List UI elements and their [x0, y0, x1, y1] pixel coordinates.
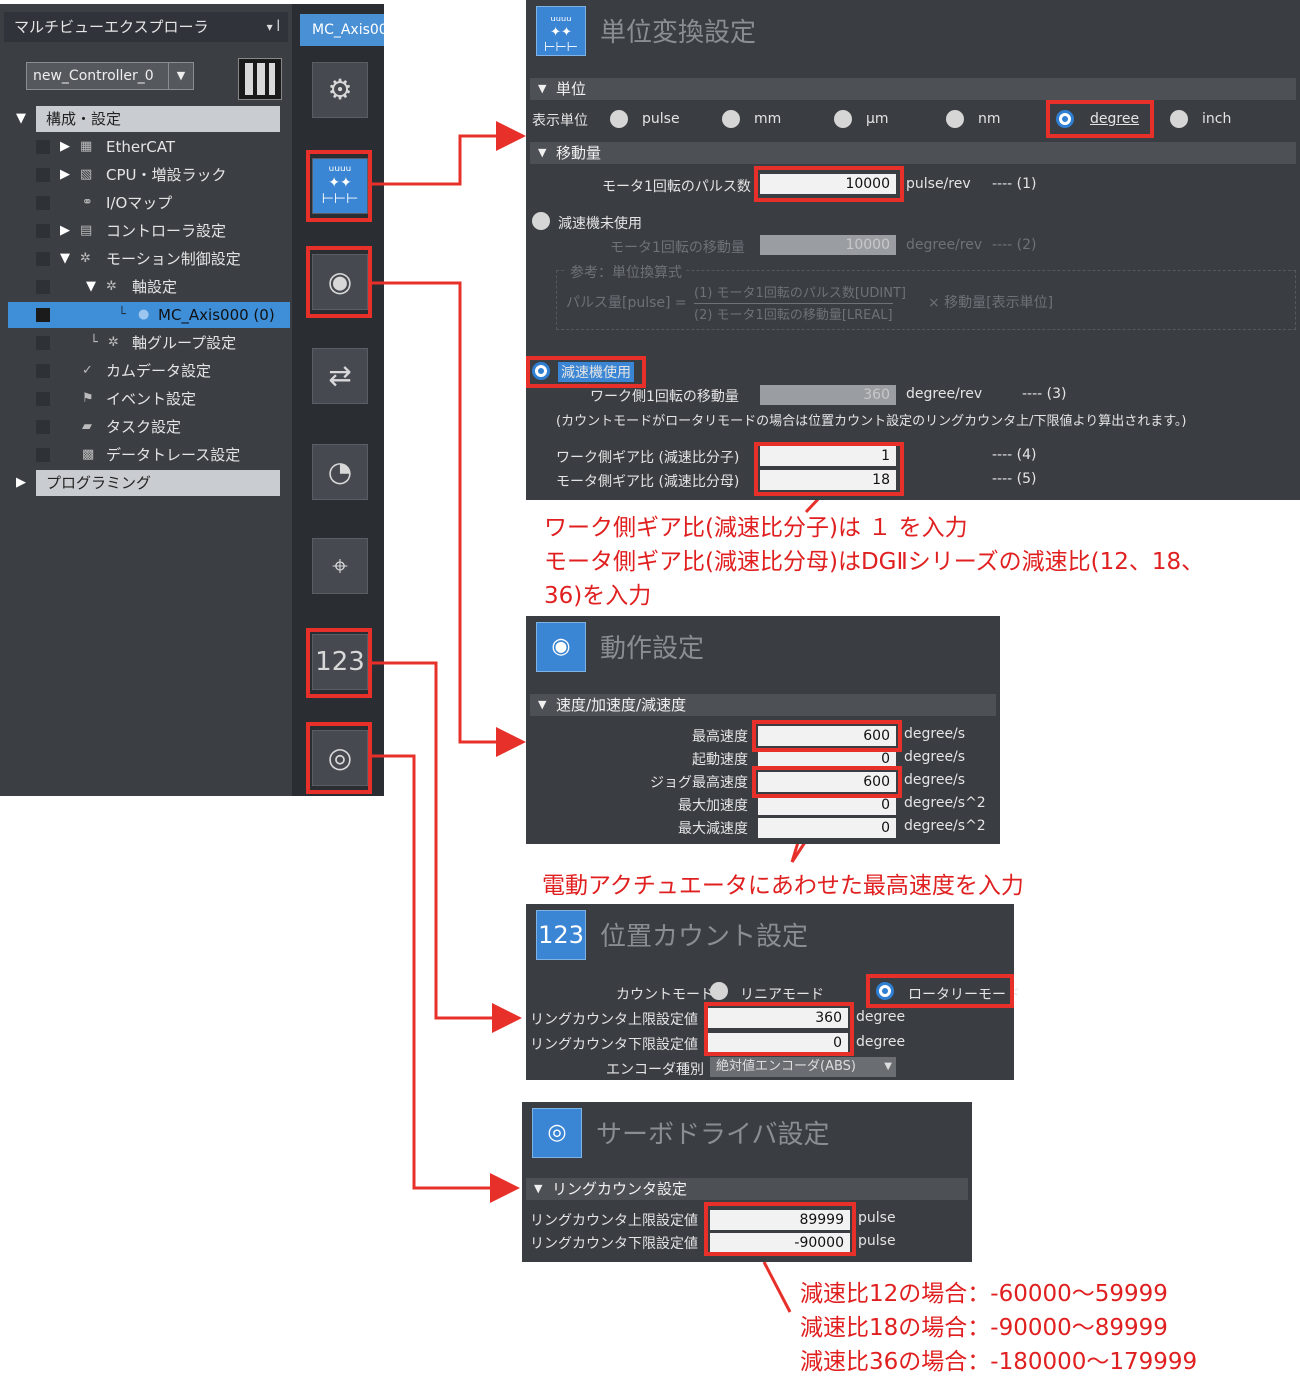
unit-label: degree/s — [904, 749, 966, 765]
encoder-type-select[interactable]: 絶対値エンコーダ(ABS) ▼ — [710, 1057, 896, 1077]
panel-header: ᵤᵤᵤᵤ ✦✦ ⊢⊢⊢ 単位変換設定 — [526, 0, 1300, 64]
ref-label: ---- (5) — [992, 471, 1037, 487]
section-unit[interactable]: 単位 — [530, 78, 1296, 100]
formula-numerator: (1) モータ1回転のパルス数[UDINT] — [694, 286, 906, 301]
annotation-speed: 電動アクチュエータにあわせた最高速度を入力 — [542, 873, 1024, 899]
annotation-gear-1: ワーク側ギア比(減速比分子)は １ を入力 — [544, 515, 968, 541]
ref-label: ---- (2) — [992, 237, 1037, 253]
panel-title: 位置カウント設定 — [600, 922, 809, 952]
annotation-ratio-12: 減速比12の場合：-60000～59999 — [800, 1281, 1168, 1307]
radio-label: nm — [978, 111, 1001, 127]
max-decel-label: 最大減速度 — [678, 821, 748, 837]
unit-label: pulse — [858, 1233, 896, 1249]
section-movement[interactable]: 移動量 — [530, 142, 1296, 164]
formula-left: パルス量[pulse] = — [566, 295, 687, 311]
reference-title: 参考：単位換算式 — [566, 262, 686, 282]
lower-limit-label: リングカウンタ下限設定値 — [530, 1037, 698, 1053]
highlight-ring-counter — [704, 1002, 854, 1056]
panel-header: 123 位置カウント設定 — [526, 904, 1014, 968]
ref-label: ---- (1) — [992, 176, 1037, 192]
highlight-degree — [1046, 100, 1154, 138]
servo-upper-label: リングカウンタ上限設定値 — [530, 1213, 698, 1229]
jog-speed-label: ジョグ最高速度 — [650, 775, 748, 791]
radio-no-gear[interactable] — [532, 212, 550, 230]
work-gear-label: ワーク側ギア比 (減速比分子) — [556, 450, 740, 466]
unit-label: pulse — [858, 1210, 896, 1226]
unit-label: degree — [856, 1034, 906, 1050]
annotation-ratio-36: 減速比36の場合：-180000～179999 — [800, 1349, 1198, 1375]
highlight-use-gear — [526, 356, 646, 388]
section-speed[interactable]: 速度/加速度/減速度 — [530, 694, 996, 716]
123-icon: 123 — [536, 910, 586, 960]
highlight-rotary-mode — [866, 974, 1014, 1008]
ref-label: ---- (4) — [992, 447, 1037, 463]
unit-label: pulse/rev — [906, 176, 971, 192]
radio-pulse[interactable] — [610, 110, 628, 128]
work-travel-label: ワーク側1回転の移動量 — [590, 389, 739, 405]
unit-label: degree/rev — [906, 237, 983, 253]
radio-label: mm — [754, 111, 782, 127]
radio-linear-mode[interactable] — [710, 982, 728, 1000]
panel-title: 単位変換設定 — [600, 18, 757, 48]
servo-icon: ◎ — [532, 1108, 582, 1158]
section-ring-counter[interactable]: リングカウンタ設定 — [526, 1178, 968, 1200]
radio-nm[interactable] — [946, 110, 964, 128]
radio-mm[interactable] — [722, 110, 740, 128]
annotation-gear-2: モータ側ギア比(減速比分母)はDGⅡシリーズの減速比(12、18、 — [544, 549, 1205, 575]
highlight-pulses — [754, 166, 904, 202]
panel-header: ◎ サーボドライバ設定 — [522, 1102, 972, 1166]
annotation-ratio-18: 減速比18の場合：-90000～89999 — [800, 1315, 1168, 1341]
motor-gear-label: モータ側ギア比 (減速比分母) — [556, 474, 740, 490]
unit-label: degree/s — [904, 726, 966, 742]
max-accel-input[interactable]: 0 — [758, 795, 896, 815]
highlight-servo-ring — [704, 1202, 856, 1256]
encoder-type-label: エンコーダ種別 — [606, 1062, 704, 1078]
servo-lower-label: リングカウンタ下限設定値 — [530, 1236, 698, 1252]
motor-travel-input: 10000 — [760, 235, 896, 255]
encoder-type-value: 絶対値エンコーダ(ABS) — [716, 1059, 856, 1074]
upper-limit-label: リングカウンタ上限設定値 — [530, 1012, 698, 1028]
formula-right: × 移動量[表示単位] — [928, 295, 1054, 311]
chevron-down-icon[interactable]: ▼ — [884, 1057, 892, 1077]
pulses-per-rev-label: モータ1回転のパルス数 — [602, 179, 751, 195]
rotary-note: (カウントモードがロータリモードの場合は位置カウント設定のリングカウンタ上/下限… — [556, 414, 1187, 429]
unit-label: degree/s — [904, 772, 966, 788]
highlight-max-speed — [752, 720, 902, 752]
highlight-gear-ratio — [754, 442, 904, 496]
max-decel-input[interactable]: 0 — [758, 818, 896, 838]
formula-denominator: (2) モータ1回転の移動量[LREAL] — [694, 303, 893, 323]
unit-label: degree/s^2 — [904, 795, 986, 811]
panel-title: 動作設定 — [600, 634, 705, 664]
max-speed-label: 最高速度 — [692, 729, 748, 745]
radio-label: リニアモード — [740, 987, 824, 1003]
radio-label: μm — [866, 111, 889, 127]
operation-icon: ◉ — [536, 622, 586, 672]
work-travel-input: 360 — [760, 385, 896, 405]
display-unit-label: 表示単位 — [532, 113, 588, 129]
unit-label: degree/rev — [906, 386, 983, 402]
panel-title: サーボドライバ設定 — [596, 1120, 830, 1150]
unit-label: degree/s^2 — [904, 818, 986, 834]
unit-label: degree — [856, 1009, 906, 1025]
max-accel-label: 最大加速度 — [678, 798, 748, 814]
motor-travel-label: モータ1回転の移動量 — [610, 240, 745, 256]
unit-conversion-icon: ᵤᵤᵤᵤ ✦✦ ⊢⊢⊢ — [536, 6, 586, 56]
annotation-gear-3: 36)を入力 — [544, 583, 652, 609]
unit-conversion-panel: ᵤᵤᵤᵤ✦✦⊢⊢⊢ 単位変換設定 単位 表示単位 pulse mm μm nm … — [526, 0, 1300, 500]
start-speed-label: 起動速度 — [692, 752, 748, 768]
count-mode-label: カウントモード — [616, 987, 714, 1003]
highlight-jog-speed — [752, 766, 902, 798]
radio-label: inch — [1202, 111, 1232, 127]
ref-label: ---- (3) — [1022, 386, 1067, 402]
panel-header: ◉ 動作設定 — [526, 616, 1000, 680]
no-gear-label: 減速機未使用 — [558, 216, 642, 232]
radio-label: pulse — [642, 111, 680, 127]
radio-inch[interactable] — [1170, 110, 1188, 128]
radio-um[interactable] — [834, 110, 852, 128]
